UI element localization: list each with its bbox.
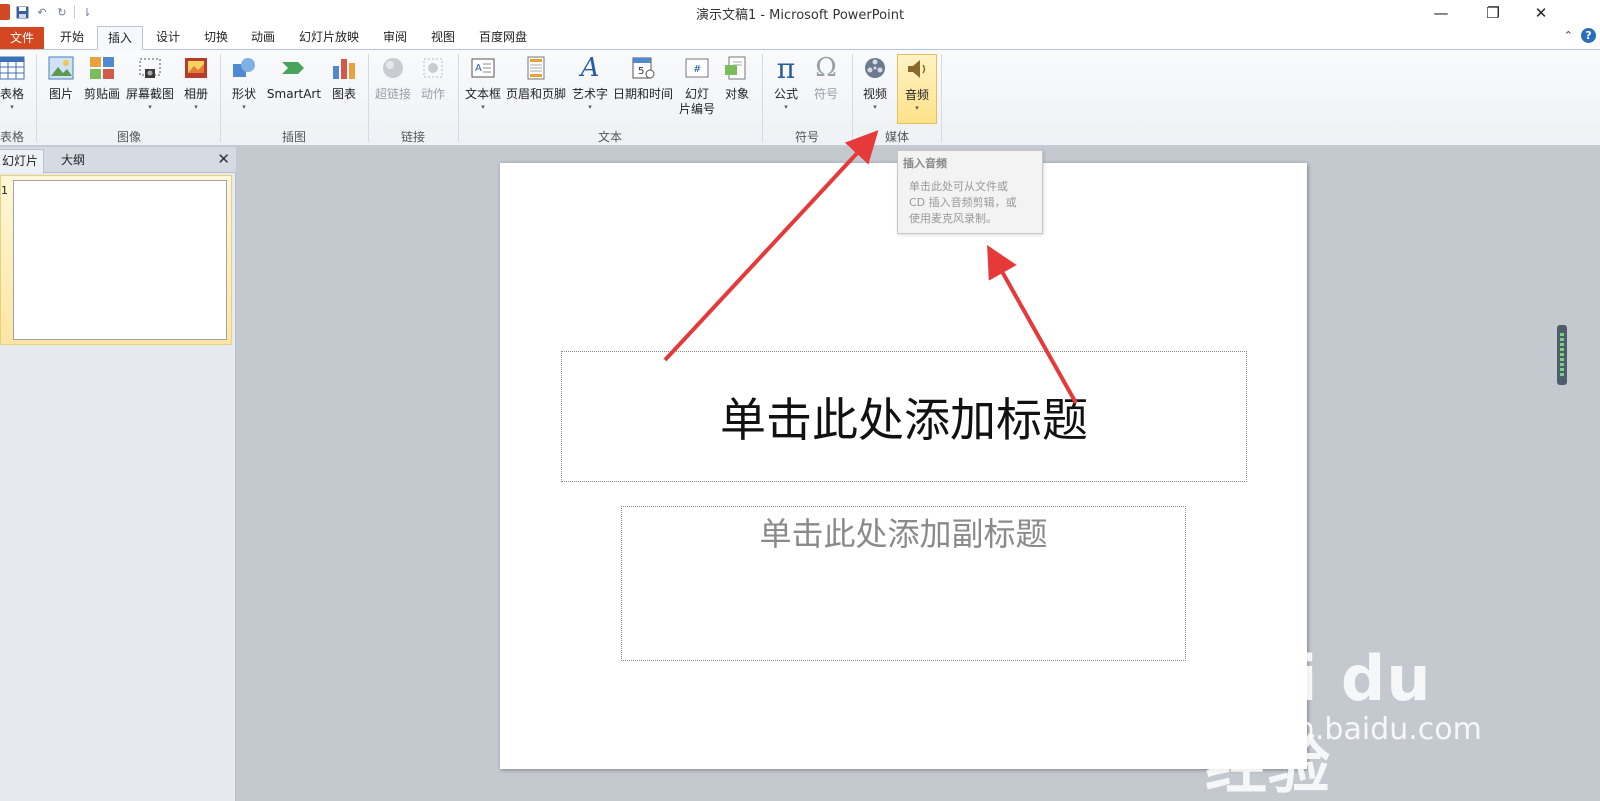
slide-thumbnail[interactable] xyxy=(13,180,227,340)
table-icon xyxy=(0,54,26,82)
header-footer-button[interactable]: 页眉和页脚 xyxy=(504,54,568,126)
group-label-symbols: 符号 xyxy=(794,130,819,144)
wordart-button[interactable]: A 艺术字 ▾ xyxy=(570,53,610,126)
picture-button[interactable]: 图片 xyxy=(44,54,78,126)
video-button[interactable]: 视频 ▾ xyxy=(856,54,894,126)
ribbon-insert: 表格 ▾ 表格 图片 剪贴画 屏幕截图 ▾ 相册 ▾ 图像 形状 ▾ Smart… xyxy=(0,50,1600,146)
svg-text:#: # xyxy=(693,64,701,75)
close-panel-icon[interactable]: ✕ xyxy=(217,150,230,168)
subtitle-placeholder[interactable]: 单击此处添加副标题 xyxy=(621,506,1186,661)
group-label-table: 表格 xyxy=(0,130,24,144)
collapse-ribbon-icon[interactable]: ⌃ xyxy=(1564,29,1573,42)
smartart-icon xyxy=(280,54,308,82)
clipart-icon xyxy=(88,54,116,82)
tab-slideshow[interactable]: 幻灯片放映 xyxy=(290,26,368,50)
powerpoint-app-icon[interactable] xyxy=(0,4,10,20)
tab-baidu-netdisk[interactable]: 百度网盘 xyxy=(470,26,536,50)
group-label-illustrations: 插图 xyxy=(281,130,306,144)
qat-separator xyxy=(74,5,75,19)
svg-text:A: A xyxy=(475,63,482,74)
date-time-button[interactable]: 5 日期和时间 xyxy=(610,54,676,126)
tab-file[interactable]: 文件 xyxy=(0,27,44,49)
hyperlink-icon xyxy=(379,54,407,82)
tooltip-body: 单击此处可从文件或 CD 插入音频剪辑，或 使用麦克风录制。 xyxy=(909,180,1017,225)
tab-design[interactable]: 设计 xyxy=(146,26,190,50)
title-bar: ↶ ↻ ⇂ 演示文稿1 - Microsoft PowerPoint — ❐ ✕ xyxy=(0,0,1600,24)
slide-canvas[interactable]: 单击此处添加标题 单击此处添加副标题 xyxy=(500,163,1307,769)
group-label-images: 图像 xyxy=(116,130,141,144)
group-label-media: 媒体 xyxy=(884,130,909,144)
chart-button[interactable]: 图表 xyxy=(326,54,362,126)
ribbon-tabs: 文件 开始 插入 设计 切换 动画 幻灯片放映 审阅 视图 百度网盘 ⌃ ? xyxy=(0,24,1600,50)
quick-access-toolbar: ↶ ↻ ⇂ xyxy=(0,2,95,22)
redo-icon[interactable]: ↻ xyxy=(54,4,70,20)
tab-slides[interactable]: 幻灯片 xyxy=(0,149,44,173)
slides-panel: 幻灯片 大纲 ✕ 1 xyxy=(0,147,236,801)
title-placeholder[interactable]: 单击此处添加标题 xyxy=(561,351,1247,482)
minimize-button[interactable]: — xyxy=(1418,0,1464,26)
photo-album-button[interactable]: 相册 ▾ xyxy=(178,54,214,126)
audio-button[interactable]: 音频 ▾ xyxy=(897,54,937,124)
textbox-icon: A xyxy=(469,54,497,82)
screenshot-icon xyxy=(136,54,164,82)
group-label-links: 链接 xyxy=(400,130,425,144)
audio-tooltip: 插入音频 单击此处可从文件或 CD 插入音频剪辑，或 使用麦克风录制。 xyxy=(897,150,1043,234)
shapes-button[interactable]: 形状 ▾ xyxy=(226,54,262,126)
tab-transitions[interactable]: 切换 xyxy=(194,26,238,50)
screenshot-button[interactable]: 屏幕截图 ▾ xyxy=(124,54,176,126)
help-icon[interactable]: ? xyxy=(1581,28,1596,43)
tab-insert[interactable]: 插入 xyxy=(97,26,143,50)
equation-button[interactable]: π 公式 ▾ xyxy=(768,51,804,126)
undo-icon[interactable]: ↶ xyxy=(34,4,50,20)
picture-icon xyxy=(47,54,75,82)
svg-text:5: 5 xyxy=(638,66,644,77)
object-button[interactable]: 对象 xyxy=(718,54,756,126)
pi-icon: π xyxy=(776,51,796,85)
tab-animations[interactable]: 动画 xyxy=(241,26,285,50)
tab-outline[interactable]: 大纲 xyxy=(48,149,98,173)
calendar-icon: 5 xyxy=(629,54,657,82)
window-title: 演示文稿1 - Microsoft PowerPoint xyxy=(695,8,905,23)
clipart-button[interactable]: 剪贴画 xyxy=(80,54,124,126)
group-label-text: 文本 xyxy=(597,130,622,144)
table-button[interactable]: 表格 ▾ xyxy=(0,54,30,126)
speaker-icon xyxy=(903,55,931,83)
film-reel-icon xyxy=(861,54,889,82)
action-icon xyxy=(419,54,447,82)
tooltip-title: 插入音频 xyxy=(903,157,947,170)
tab-view[interactable]: 视图 xyxy=(421,26,465,50)
chart-icon xyxy=(330,54,358,82)
object-icon xyxy=(723,54,751,82)
symbol-button[interactable]: Ω 符号 xyxy=(808,53,844,126)
side-gadget-handle[interactable] xyxy=(1557,325,1567,385)
omega-icon: Ω xyxy=(815,53,837,83)
hyperlink-button[interactable]: 超链接 xyxy=(372,54,414,126)
slide-number: 1 xyxy=(1,184,8,197)
customize-qat-icon[interactable]: ⇂ xyxy=(79,4,95,20)
slide-thumbnail-selected[interactable]: 1 xyxy=(0,175,232,345)
slides-panel-tabs: 幻灯片 大纲 ✕ xyxy=(0,147,236,173)
save-icon[interactable] xyxy=(14,4,30,20)
wordart-icon: A xyxy=(580,53,600,83)
header-footer-icon xyxy=(522,54,550,82)
smartart-button[interactable]: SmartArt xyxy=(264,54,324,126)
action-button[interactable]: 动作 xyxy=(416,54,450,126)
tab-home[interactable]: 开始 xyxy=(50,26,94,50)
photo-album-icon xyxy=(182,54,210,82)
slide-number-icon: # xyxy=(683,54,711,82)
close-button[interactable]: ✕ xyxy=(1518,0,1564,26)
shapes-icon xyxy=(230,54,258,82)
restore-button[interactable]: ❐ xyxy=(1470,0,1516,26)
slide-number-button[interactable]: # 幻灯 片编号 xyxy=(676,54,718,126)
textbox-button[interactable]: A 文本框 ▾ xyxy=(462,54,504,126)
tab-review[interactable]: 审阅 xyxy=(373,26,417,50)
